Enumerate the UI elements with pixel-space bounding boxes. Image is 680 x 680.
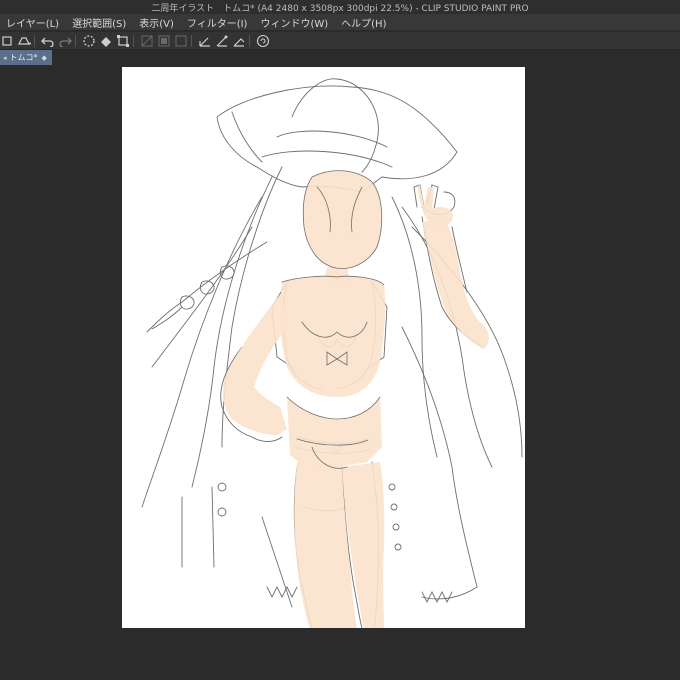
document-tab-bar: ◂ トムコ* ◆ [0, 50, 680, 65]
menu-window[interactable]: ウィンドウ(W) [260, 15, 328, 30]
eraser-icon[interactable] [232, 34, 246, 48]
invert-icon[interactable] [157, 34, 171, 48]
clear-icon[interactable] [140, 34, 154, 48]
menu-view[interactable]: 表示(V) [139, 15, 174, 30]
toolbar-divider [191, 34, 192, 47]
print-icon[interactable] [17, 34, 31, 48]
document-tab-label: トムコ* [9, 53, 38, 62]
menu-layer[interactable]: レイヤー(L) [6, 15, 59, 30]
spiral-icon[interactable] [256, 34, 270, 48]
pen-icon[interactable] [198, 34, 212, 48]
undo-icon[interactable] [41, 34, 55, 48]
window-title: 二周年イラスト トムコ* (A4 2480 x 3508px 300dpi 22… [0, 0, 680, 14]
toolbar-divider [75, 34, 76, 47]
save-icon[interactable] [0, 34, 14, 48]
document-tab[interactable]: ◂ トムコ* ◆ [0, 50, 52, 65]
toolbar-divider [133, 34, 134, 47]
redo-icon[interactable] [58, 34, 72, 48]
toolbar-divider [249, 34, 250, 47]
brush-icon[interactable] [215, 34, 229, 48]
loading-icon[interactable] [82, 34, 96, 48]
select-all-icon[interactable] [174, 34, 188, 48]
menu-bar: レイヤー(L) 選択範囲(S) 表示(V) フィルター(I) ウィンドウ(W) … [0, 14, 680, 31]
tab-close-icon[interactable]: ◆ [42, 54, 47, 62]
toolbar-divider [34, 34, 35, 47]
canvas-paper[interactable] [122, 67, 525, 628]
command-bar [0, 32, 680, 50]
canvas-area[interactable] [0, 65, 680, 680]
menu-filter[interactable]: フィルター(I) [187, 15, 248, 30]
menu-selection[interactable]: 選択範囲(S) [72, 15, 126, 30]
fill-icon[interactable] [99, 34, 113, 48]
lineart-illustration [141, 78, 523, 628]
transform-icon[interactable] [116, 34, 130, 48]
menu-help[interactable]: ヘルプ(H) [341, 15, 386, 30]
tab-arrow-icon: ◂ [3, 53, 7, 62]
